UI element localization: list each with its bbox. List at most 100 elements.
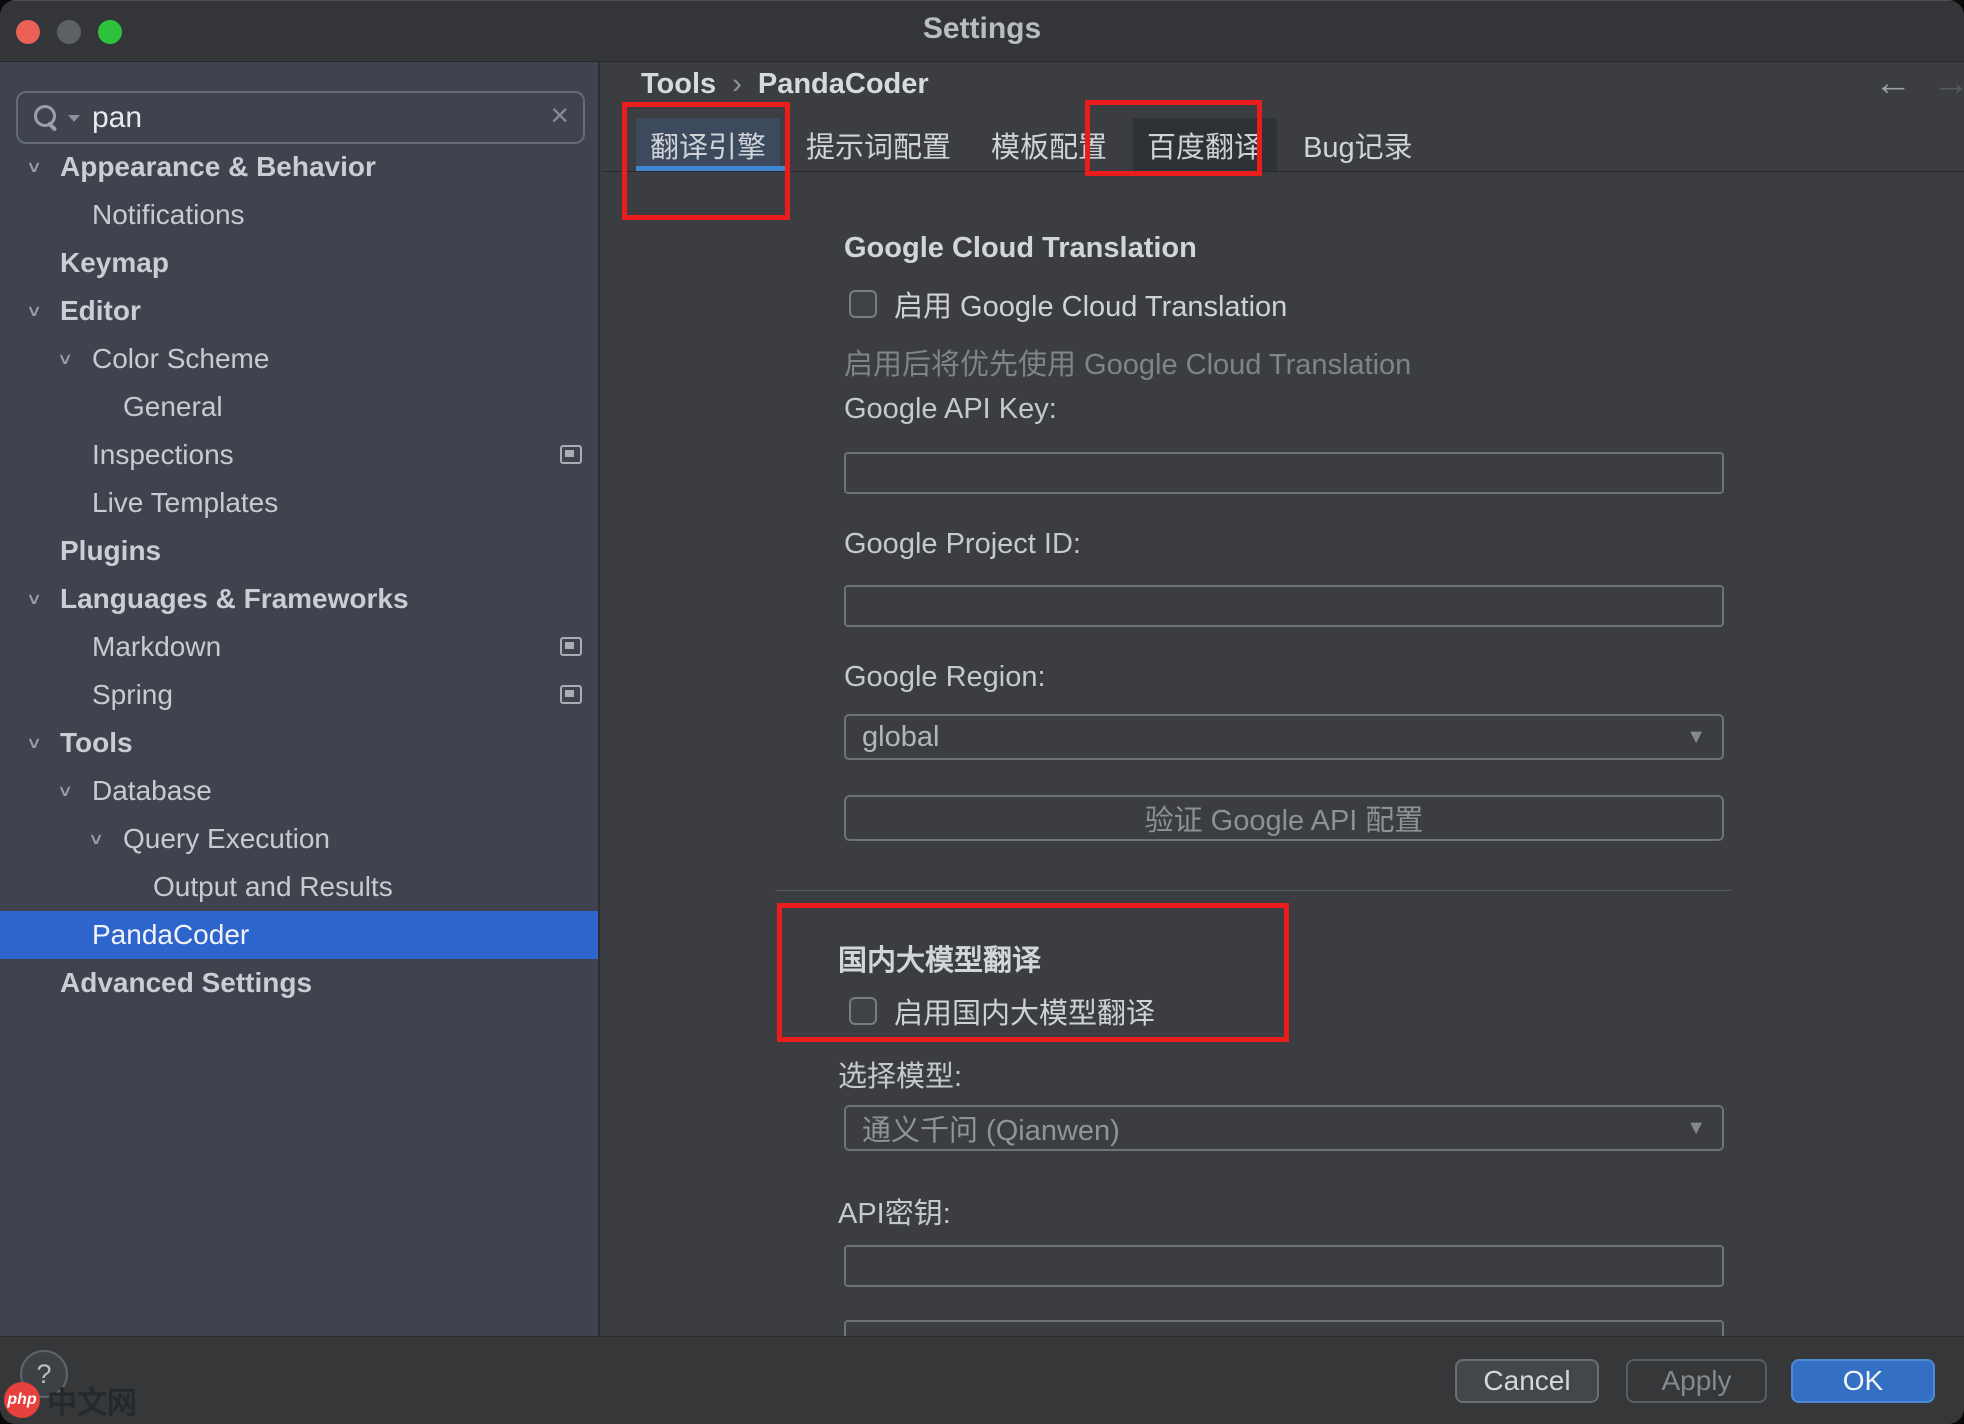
sidebar-item-label: Tools [60, 727, 133, 759]
sidebar-item-label: Spring [92, 679, 173, 711]
sidebar-item-notifications[interactable]: Notifications [0, 191, 598, 239]
chevron-down-icon[interactable]: ∨ [88, 822, 104, 857]
google-region-value: global [862, 721, 939, 754]
chevron-down-icon[interactable]: ∨ [26, 726, 42, 761]
sidebar-item-live-templates[interactable]: Live Templates [0, 479, 598, 527]
sidebar-item-query-execution[interactable]: ∨ Query Execution [0, 815, 598, 863]
google-api-key-input[interactable] [844, 452, 1724, 494]
sidebar-item-label: Live Templates [92, 487, 278, 519]
sidebar-item-label: Languages & Frameworks [60, 583, 409, 615]
select-model-label: 选择模型: [838, 1053, 962, 1095]
sidebar-item-label: Markdown [92, 631, 221, 663]
google-api-key-label: Google API Key: [844, 393, 1057, 426]
tab-prompt-config[interactable]: 提示词配置 [792, 118, 965, 172]
sidebar-item-database[interactable]: ∨ Database [0, 767, 598, 815]
sidebar-item-output-and-results[interactable]: Output and Results [0, 863, 598, 911]
sidebar-item-label: Color Scheme [92, 343, 269, 375]
breadcrumb: Tools › PandaCoder [641, 68, 929, 101]
pane-settings-icon [560, 637, 582, 656]
back-arrow-icon[interactable]: ← [1874, 62, 1912, 105]
chevron-down-icon[interactable]: ∨ [26, 582, 42, 617]
google-project-id-label: Google Project ID: [844, 528, 1081, 561]
sidebar-item-label: Keymap [60, 247, 169, 279]
google-region-label: Google Region: [844, 661, 1046, 694]
window-title: Settings [0, 12, 1964, 46]
sidebar-item-label: Advanced Settings [60, 967, 312, 999]
tab-label: Bug记录 [1303, 124, 1413, 166]
sidebar-item-color-scheme[interactable]: ∨ Color Scheme [0, 335, 598, 383]
enable-google-translation-checkbox[interactable] [849, 290, 877, 318]
chevron-down-icon[interactable]: ∨ [57, 774, 73, 809]
settings-sidebar: × ∨ Appearance & Behavior Notifications K… [0, 62, 600, 1336]
breadcrumb-tools[interactable]: Tools [641, 68, 716, 100]
breadcrumb-separator-icon: › [732, 68, 742, 100]
sidebar-item-label: Editor [60, 295, 141, 327]
sidebar-item-keymap[interactable]: Keymap [0, 239, 598, 287]
chevron-down-icon[interactable]: ∨ [26, 150, 42, 185]
sidebar-item-label: PandaCoder [92, 919, 249, 951]
sidebar-item-general[interactable]: General [0, 383, 598, 431]
api-secret-input[interactable] [844, 1245, 1724, 1287]
sidebar-item-pandacoder[interactable]: PandaCoder [0, 911, 598, 959]
sidebar-item-label: Query Execution [123, 823, 330, 855]
sidebar-item-label: Output and Results [153, 871, 393, 903]
chevron-down-icon: ▼ [1686, 726, 1706, 749]
ok-button[interactable]: OK [1791, 1359, 1935, 1403]
next-field-input[interactable] [844, 1320, 1724, 1336]
annotation-box-domestic-llm-section [777, 903, 1289, 1042]
sidebar-item-plugins[interactable]: Plugins [0, 527, 598, 575]
sidebar-item-label: Plugins [60, 535, 161, 567]
annotation-box-baidu-tab [1085, 100, 1262, 176]
verify-google-api-button[interactable]: 验证 Google API 配置 [844, 795, 1724, 841]
verify-google-api-button-label: 验证 Google API 配置 [1145, 797, 1424, 839]
search-box[interactable]: × [16, 91, 585, 144]
dialog-footer: ? Cancel Apply OK [0, 1336, 1964, 1424]
search-options-caret-icon[interactable] [68, 115, 80, 122]
select-model-dropdown[interactable]: 通义千问 (Qianwen) ▼ [844, 1105, 1724, 1151]
sidebar-item-editor[interactable]: ∨ Editor [0, 287, 598, 335]
sidebar-item-label: Appearance & Behavior [60, 151, 376, 183]
cancel-button[interactable]: Cancel [1455, 1359, 1599, 1403]
chevron-down-icon[interactable]: ∨ [26, 294, 42, 329]
sidebar-item-inspections[interactable]: Inspections [0, 431, 598, 479]
api-secret-label: API密钥: [838, 1190, 951, 1232]
settings-tree: ∨ Appearance & Behavior Notifications Key… [0, 143, 598, 1007]
sidebar-item-label: General [123, 391, 223, 423]
settings-content-pane: Tools›PandaCoder ← → 翻译引擎 提示词配置 模板配置 百度翻… [602, 62, 1964, 1336]
tab-label: 提示词配置 [806, 124, 951, 166]
enable-google-translation-label: 启用 Google Cloud Translation [894, 283, 1287, 325]
search-input[interactable] [92, 95, 532, 140]
google-translation-hint: 启用后将优先使用 Google Cloud Translation [844, 341, 1411, 383]
watermark: php 中文网 [4, 1378, 137, 1422]
pane-settings-icon [560, 685, 582, 704]
sidebar-item-tools[interactable]: ∨ Tools [0, 719, 598, 767]
sidebar-item-markdown[interactable]: Markdown [0, 623, 598, 671]
sidebar-item-spring[interactable]: Spring [0, 671, 598, 719]
apply-button[interactable]: Apply [1626, 1359, 1767, 1403]
apply-button-label: Apply [1661, 1365, 1731, 1397]
section-divider [775, 890, 1732, 891]
forward-arrow-icon: → [1932, 62, 1964, 105]
sidebar-item-advanced-settings[interactable]: Advanced Settings [0, 959, 598, 1007]
enable-google-translation-row: 启用 Google Cloud Translation [849, 283, 1287, 325]
pane-settings-icon [560, 445, 582, 464]
chevron-down-icon[interactable]: ∨ [57, 342, 73, 377]
tab-bug-log[interactable]: Bug记录 [1289, 118, 1427, 172]
chevron-down-icon: ▼ [1686, 1117, 1706, 1140]
titlebar: Settings [0, 0, 1964, 62]
php-logo-icon: php [4, 1382, 40, 1418]
select-model-value: 通义千问 (Qianwen) [862, 1107, 1120, 1149]
search-icon [34, 105, 62, 133]
cancel-button-label: Cancel [1483, 1365, 1570, 1397]
tabs-separator [602, 171, 1964, 172]
clear-search-icon[interactable]: × [550, 97, 569, 134]
sidebar-item-languages-frameworks[interactable]: ∨ Languages & Frameworks [0, 575, 598, 623]
annotation-box-translation-engine-tab [622, 102, 790, 220]
google-region-dropdown[interactable]: global ▼ [844, 714, 1724, 760]
watermark-text: 中文网 [47, 1378, 137, 1422]
google-project-id-input[interactable] [844, 585, 1724, 627]
sidebar-item-label: Database [92, 775, 212, 807]
sidebar-item-appearance-behavior[interactable]: ∨ Appearance & Behavior [0, 143, 598, 191]
breadcrumb-pandacoder: PandaCoder [758, 68, 929, 100]
section-header-google-cloud-translation: Google Cloud Translation [844, 232, 1197, 265]
